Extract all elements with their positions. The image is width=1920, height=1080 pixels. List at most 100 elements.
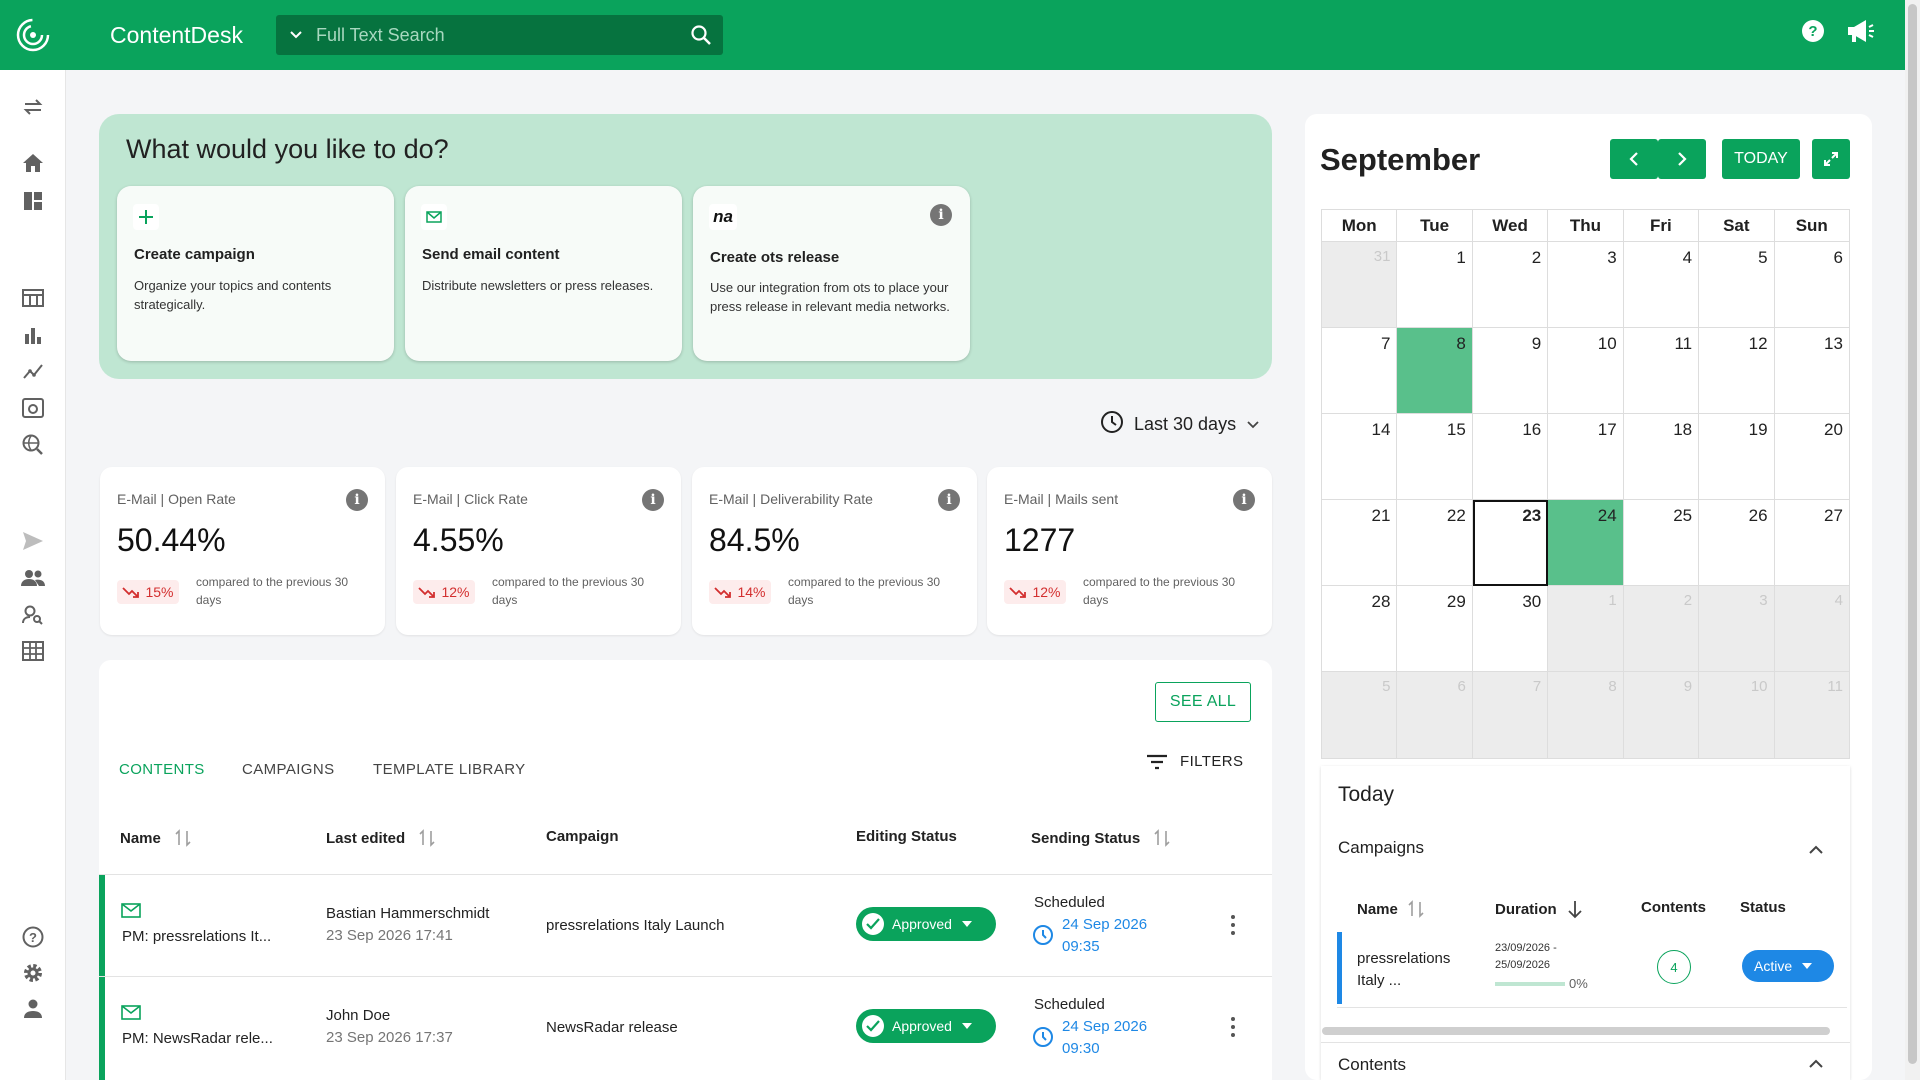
- info-icon[interactable]: i: [938, 489, 960, 511]
- scheduled-date[interactable]: 24 Sep 2026: [1062, 916, 1147, 933]
- horizontal-scrollbar[interactable]: [1322, 1027, 1830, 1035]
- calendar-day[interactable]: 29: [1397, 586, 1473, 672]
- calendar-day[interactable]: 10: [1699, 672, 1775, 758]
- create-ots-release-card[interactable]: na i Create ots release Use our integrat…: [693, 186, 970, 361]
- person-search-icon[interactable]: [20, 602, 46, 628]
- calendar-day[interactable]: 11: [1774, 672, 1849, 758]
- calendar-today-button[interactable]: TODAY: [1722, 139, 1800, 179]
- search-scope-dropdown-icon[interactable]: [276, 30, 316, 40]
- column-header-name[interactable]: Name: [120, 828, 191, 848]
- scheduled-time[interactable]: 09:35: [1062, 938, 1100, 955]
- date-range-selector[interactable]: Last 30 days: [1100, 410, 1260, 439]
- calendar-prev-button[interactable]: [1610, 139, 1658, 179]
- calendar-day[interactable]: 13: [1774, 328, 1849, 414]
- campaign-status-dropdown[interactable]: Active: [1742, 950, 1834, 982]
- scrollbar-thumb[interactable]: [1908, 4, 1917, 1064]
- dashboard-icon[interactable]: [20, 188, 46, 214]
- calendar-day[interactable]: 12: [1699, 328, 1775, 414]
- calendar-day[interactable]: 16: [1472, 414, 1549, 500]
- tab-campaigns[interactable]: CAMPAIGNS: [242, 761, 335, 778]
- swap-icon[interactable]: [20, 94, 46, 120]
- send-email-content-card[interactable]: Send email content Distribute newsletter…: [405, 186, 682, 361]
- search-input[interactable]: Full Text Search: [316, 25, 679, 46]
- info-icon[interactable]: i: [1233, 489, 1255, 511]
- info-icon[interactable]: i: [346, 489, 368, 511]
- calendar-day[interactable]: 7: [1322, 328, 1398, 414]
- calendar-day[interactable]: 3: [1699, 586, 1775, 672]
- row-menu-icon[interactable]: [1230, 1017, 1236, 1037]
- page-scrollbar[interactable]: [1905, 0, 1920, 1080]
- calendar-day[interactable]: 18: [1623, 414, 1700, 500]
- editing-status-dropdown[interactable]: Approved: [856, 1009, 996, 1043]
- calendar-day[interactable]: 14: [1322, 414, 1398, 500]
- calendar-day[interactable]: 31: [1322, 242, 1398, 328]
- column-header-last-edited[interactable]: Last edited: [326, 828, 435, 848]
- calendar-day[interactable]: 17: [1548, 414, 1624, 500]
- scheduled-time[interactable]: 09:30: [1062, 1040, 1100, 1057]
- user-account-icon[interactable]: [20, 996, 46, 1022]
- calendar-day[interactable]: 1: [1397, 242, 1473, 328]
- calendar-day[interactable]: 5: [1699, 242, 1775, 328]
- campaign-name[interactable]: NewsRadar release: [546, 1019, 678, 1036]
- help-icon[interactable]: ?: [1801, 19, 1825, 48]
- trend-icon[interactable]: [20, 358, 46, 384]
- chevron-up-icon[interactable]: [1808, 1059, 1824, 1069]
- arrow-down-icon[interactable]: [1567, 899, 1583, 919]
- calendar-day[interactable]: 19: [1699, 414, 1775, 500]
- calendar-day[interactable]: 21: [1322, 500, 1398, 586]
- chevron-up-icon[interactable]: [1808, 842, 1824, 860]
- calendar-day[interactable]: 9: [1623, 672, 1700, 758]
- contents-section[interactable]: Contents: [1321, 1042, 1850, 1080]
- info-icon[interactable]: i: [930, 204, 952, 226]
- calendar-day-highlighted[interactable]: 24: [1548, 500, 1624, 586]
- calendar-day[interactable]: 15: [1397, 414, 1473, 500]
- announcement-icon[interactable]: [1845, 18, 1875, 49]
- sort-icon[interactable]: [1408, 899, 1424, 919]
- column-header-sending-status[interactable]: Sending Status: [1031, 828, 1170, 848]
- home-icon[interactable]: [20, 150, 46, 176]
- tab-template-library[interactable]: TEMPLATE LIBRARY: [373, 761, 526, 778]
- calendar-day[interactable]: 3: [1548, 242, 1624, 328]
- settings-gear-icon[interactable]: [20, 960, 46, 986]
- calendar-day[interactable]: 10: [1548, 328, 1624, 414]
- app-logo-icon[interactable]: [0, 0, 66, 70]
- calendar-day[interactable]: 6: [1774, 242, 1849, 328]
- content-name[interactable]: PM: pressrelations It...: [122, 928, 271, 945]
- sort-icon[interactable]: [1154, 828, 1170, 848]
- see-all-button[interactable]: SEE ALL: [1155, 682, 1251, 722]
- calendar-day-highlighted[interactable]: 8: [1397, 328, 1473, 414]
- calendar-day[interactable]: 4: [1623, 242, 1700, 328]
- tab-contents[interactable]: CONTENTS: [119, 761, 205, 778]
- calendar-day[interactable]: 1: [1548, 586, 1624, 672]
- search-icon[interactable]: [679, 24, 723, 46]
- calendar-day[interactable]: 11: [1623, 328, 1700, 414]
- sort-icon[interactable]: [419, 828, 435, 848]
- campaigns-col-name[interactable]: Name: [1357, 899, 1424, 919]
- calendar-next-button[interactable]: [1658, 139, 1706, 179]
- sort-icon[interactable]: [175, 828, 191, 848]
- row-menu-icon[interactable]: [1230, 915, 1236, 935]
- calendar-day[interactable]: 2: [1472, 242, 1549, 328]
- campaign-name[interactable]: pressrelations Italy Launch: [546, 917, 724, 934]
- calendar-day[interactable]: 30: [1472, 586, 1549, 672]
- scheduled-date[interactable]: 24 Sep 2026: [1062, 1018, 1147, 1035]
- send-icon[interactable]: [20, 528, 46, 554]
- campaigns-col-duration[interactable]: Duration: [1495, 899, 1583, 919]
- calendar-day[interactable]: 26: [1699, 500, 1775, 586]
- calendar-day[interactable]: 4: [1774, 586, 1849, 672]
- editing-status-dropdown[interactable]: Approved: [856, 907, 996, 941]
- info-icon[interactable]: i: [642, 489, 664, 511]
- content-name[interactable]: PM: NewsRadar rele...: [122, 1030, 273, 1047]
- calendar-day[interactable]: 25: [1623, 500, 1700, 586]
- contents-count-badge[interactable]: 4: [1657, 950, 1691, 984]
- calendar-day[interactable]: 28: [1322, 586, 1398, 672]
- web-search-icon[interactable]: [20, 432, 46, 458]
- calendar-day[interactable]: 20: [1774, 414, 1849, 500]
- create-campaign-card[interactable]: Create campaign Organize your topics and…: [117, 186, 394, 361]
- calendar-day-today[interactable]: 23: [1472, 500, 1549, 586]
- calendar-table-icon[interactable]: [20, 285, 46, 311]
- campaigns-section-title[interactable]: Campaigns: [1338, 838, 1424, 858]
- campaign-row[interactable]: pressrelations Italy ... 23/09/2026 - 25/0…: [1337, 932, 1847, 1008]
- filters-button[interactable]: FILTERS: [1146, 753, 1243, 770]
- calendar-day[interactable]: 7: [1472, 672, 1549, 758]
